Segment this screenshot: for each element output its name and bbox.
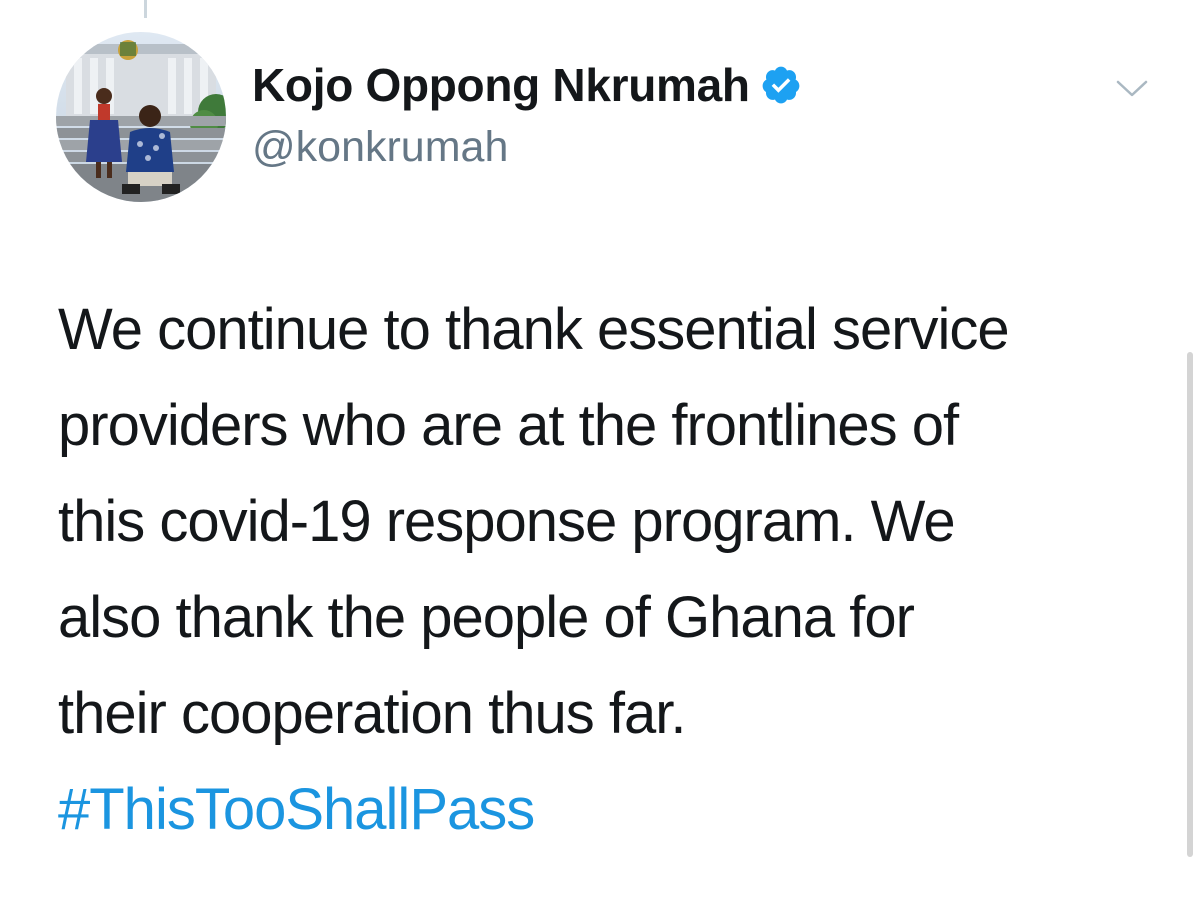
avatar[interactable] (56, 32, 226, 202)
author-handle[interactable]: @konkrumah (252, 123, 508, 172)
profile-photo (56, 32, 226, 202)
display-name[interactable]: Kojo Oppong Nkrumah (252, 58, 750, 112)
hashtag-link[interactable]: #ThisTooShallPass (58, 762, 535, 858)
verified-badge-icon (760, 64, 802, 106)
tweet-body-text: We continue to thank essential service p… (58, 297, 1010, 746)
tweet-menu-button[interactable] (1110, 74, 1154, 102)
scrollbar-thumb[interactable] (1187, 352, 1193, 857)
chevron-down-icon (1116, 80, 1148, 97)
thread-connector-line (144, 0, 147, 18)
author-name-row[interactable]: Kojo Oppong Nkrumah (252, 58, 802, 112)
